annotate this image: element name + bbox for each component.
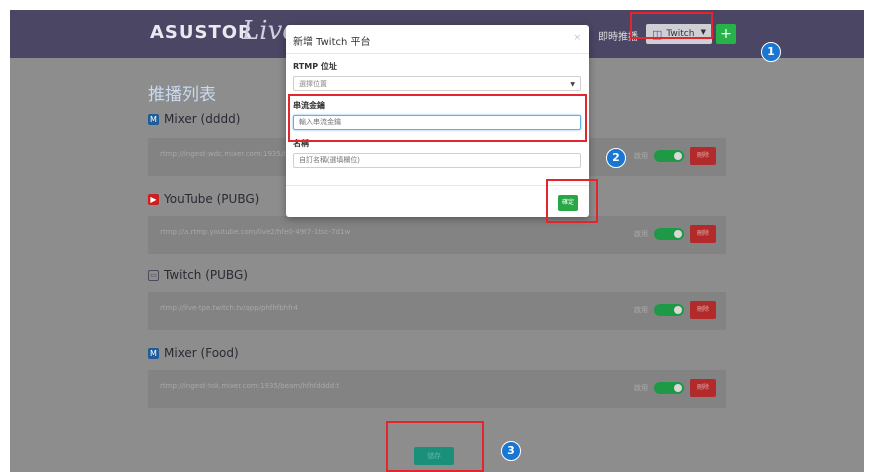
- stream-url: rtmp://live-tpe.twitch.tv/app/phfhfbhfr4: [160, 304, 298, 312]
- enable-label: 啟用: [634, 152, 648, 160]
- rtmp-address-label: RTMP 位址: [293, 62, 337, 71]
- group-title-mixer-dddd: M Mixer (dddd): [148, 112, 240, 126]
- group-title-youtube-pubg: ▶ YouTube (PUBG): [148, 192, 259, 206]
- mixer-icon: M: [148, 113, 159, 125]
- highlight-box-3: [386, 421, 484, 472]
- enable-toggle[interactable]: [654, 150, 684, 162]
- highlight-box-1: [630, 12, 713, 39]
- stream-row: rtmp://live-tpe.twitch.tv/app/phfhfbhfr4…: [148, 292, 726, 330]
- add-platform-button[interactable]: +: [716, 24, 736, 44]
- app-logo: ASUSTOR: [150, 22, 253, 43]
- group-title-text: Twitch (PUBG): [164, 268, 248, 282]
- callout-badge-2: 2: [606, 148, 626, 168]
- enable-label: 啟用: [634, 306, 648, 314]
- name-input[interactable]: [293, 153, 581, 168]
- stream-url: rtmp://ingest-tok.mixer.com:1935/beam/hf…: [160, 382, 340, 390]
- group-title-text: Mixer (dddd): [164, 112, 241, 126]
- group-title-twitch-pubg: ▭ Twitch (PUBG): [148, 268, 248, 282]
- chevron-down-icon: ▼: [570, 81, 575, 88]
- delete-button[interactable]: 刪除: [690, 379, 716, 397]
- enable-label: 啟用: [634, 384, 648, 392]
- delete-button[interactable]: 刪除: [690, 147, 716, 165]
- rtmp-select-value: 選擇位置: [299, 80, 327, 88]
- delete-button[interactable]: 刪除: [690, 225, 716, 243]
- enable-label: 啟用: [634, 230, 648, 238]
- callout-badge-1: 1: [761, 42, 781, 62]
- dialog-footer: [286, 185, 589, 186]
- stream-url: rtmp://a.rtmp.youtube.com/live2/hfe0-49t…: [160, 228, 351, 236]
- enable-toggle[interactable]: [654, 304, 684, 316]
- mixer-icon: M: [148, 347, 159, 359]
- twitch-icon: ▭: [148, 269, 159, 281]
- highlight-box-ok: [546, 179, 598, 223]
- stream-list-title: 推播列表: [148, 85, 216, 105]
- dialog-title: 新增 Twitch 平台: [293, 37, 371, 48]
- dialog-header: 新增 Twitch 平台 ×: [286, 25, 589, 54]
- delete-button[interactable]: 刪除: [690, 301, 716, 319]
- youtube-icon: ▶: [148, 193, 159, 205]
- stream-row: rtmp://a.rtmp.youtube.com/live2/hfe0-49t…: [148, 216, 726, 254]
- highlight-box-2: [288, 94, 587, 142]
- enable-toggle[interactable]: [654, 228, 684, 240]
- rtmp-address-select[interactable]: 選擇位置 ▼: [293, 76, 581, 91]
- close-icon[interactable]: ×: [573, 33, 581, 43]
- enable-toggle[interactable]: [654, 382, 684, 394]
- callout-badge-3: 3: [501, 441, 521, 461]
- stream-row: rtmp://ingest-tok.mixer.com:1935/beam/hf…: [148, 370, 726, 408]
- group-title-mixer-food: M Mixer (Food): [148, 346, 239, 360]
- group-title-text: Mixer (Food): [164, 346, 239, 360]
- group-title-text: YouTube (PUBG): [164, 192, 260, 206]
